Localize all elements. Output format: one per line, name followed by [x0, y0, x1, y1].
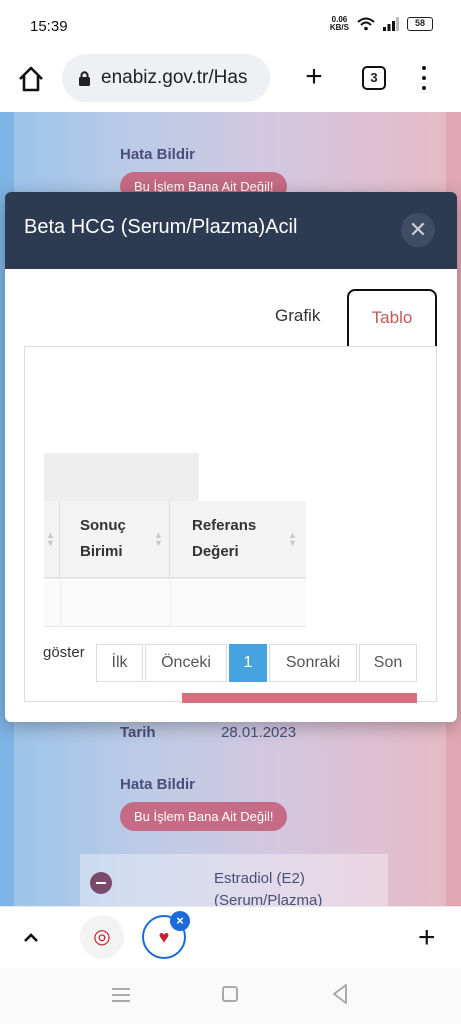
site-shortcut-icon[interactable]: ◎	[80, 915, 124, 959]
new-tab-icon[interactable]: +	[300, 62, 328, 92]
close-icon[interactable]: ✕	[401, 213, 435, 247]
page-last-button[interactable]: Son	[359, 644, 417, 682]
tab-grafik[interactable]: Grafik	[275, 306, 320, 326]
table-row	[44, 581, 306, 627]
page-first-button[interactable]: İlk	[96, 644, 143, 682]
net-speed: 0.06 KB/S	[330, 16, 349, 32]
test-name[interactable]: Estradiol (E2) (Serum/Plazma)	[214, 868, 364, 906]
hata-bildir-label: Hata Bildir	[120, 146, 196, 163]
not-mine-button[interactable]: Bu İşlem Bana Ait Değil!	[120, 802, 288, 831]
page-prev-button[interactable]: Önceki	[145, 644, 227, 682]
lock-icon	[79, 71, 90, 86]
result-modal: Beta HCG (Serum/Plazma)Acil ✕ Grafik Tab…	[5, 192, 457, 722]
column-header[interactable]: ▲ ▼	[44, 501, 60, 579]
hata-bildir-label: Hata Bildir	[120, 776, 196, 793]
home-icon[interactable]	[16, 64, 46, 94]
divider	[60, 581, 61, 627]
table-header: ▲ ▼ Sonuç Birimi ▲ ▼ Referans Değeri ▲ ▼	[44, 501, 306, 579]
net-speed-unit: KB/S	[329, 23, 349, 32]
signal-icon	[383, 17, 399, 31]
tarih-label: Tarih	[120, 724, 156, 741]
close-badge-icon[interactable]: ×	[170, 911, 190, 931]
battery-icon: 58	[407, 17, 433, 31]
browser-bottom-bar: ◎ ♥ × +	[0, 906, 461, 968]
table-toolbar	[44, 453, 199, 503]
sort-icon: ▲ ▼	[46, 530, 55, 548]
page-size-label: göster	[43, 644, 85, 661]
chevron-up-icon[interactable]	[20, 927, 42, 949]
system-nav-bar	[0, 968, 461, 1024]
status-bar: 15:39 0.06 KB/S 58	[0, 0, 461, 52]
test-name-line1: Estradiol (E2)	[214, 870, 305, 887]
url-text: enabiz.gov.tr/Has	[101, 67, 248, 88]
page-current-button[interactable]: 1	[229, 644, 267, 682]
browser-toolbar: enabiz.gov.tr/Has + 3	[0, 52, 461, 112]
tarih-value: 28.01.2023	[221, 724, 297, 741]
column-header-sonuc-birimi[interactable]: Sonuç Birimi ▲ ▼	[60, 501, 170, 579]
tab-switcher-button[interactable]: 3	[362, 66, 386, 90]
pagination: İlk Önceki 1 Sonraki Son	[96, 644, 417, 682]
column-header-referans-degeri[interactable]: Referans Değeri ▲ ▼	[170, 501, 306, 579]
address-bar[interactable]: enabiz.gov.tr/Has	[62, 54, 270, 102]
collapse-icon[interactable]	[90, 872, 112, 894]
more-menu-icon[interactable]	[416, 64, 432, 92]
modal-title: Beta HCG (Serum/Plazma)Acil	[24, 216, 298, 238]
wifi-icon	[357, 17, 375, 31]
add-icon[interactable]: +	[418, 921, 436, 955]
back-icon[interactable]	[330, 982, 350, 1006]
action-bar[interactable]	[182, 693, 417, 703]
page-next-button[interactable]: Sonraki	[269, 644, 357, 682]
sort-icon: ▲ ▼	[288, 530, 297, 548]
divider	[170, 581, 171, 627]
tab-tablo[interactable]: Tablo	[347, 289, 437, 347]
home-nav-icon[interactable]	[222, 986, 238, 1002]
test-name-line2: (Serum/Plazma)	[214, 892, 323, 906]
sort-icon: ▲ ▼	[154, 530, 163, 548]
status-time: 15:39	[30, 18, 68, 35]
modal-header: Beta HCG (Serum/Plazma)Acil ✕	[5, 192, 457, 269]
status-icons: 0.06 KB/S 58	[330, 16, 433, 32]
recent-apps-icon[interactable]	[112, 988, 130, 1002]
